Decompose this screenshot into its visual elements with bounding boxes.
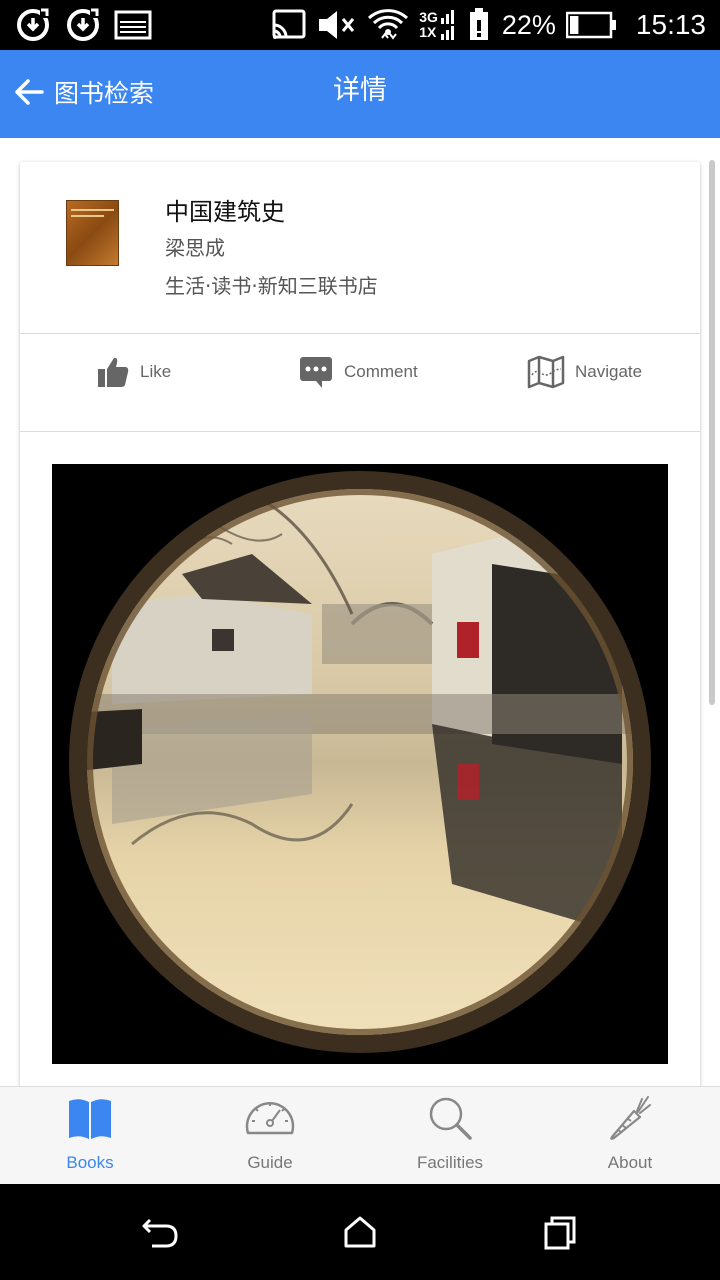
network-type-top: 3G: [419, 9, 438, 25]
status-bar: 3G 1X 22% 15:13: [0, 0, 720, 50]
system-navigation-bar: [0, 1184, 720, 1280]
search-icon: [429, 1097, 472, 1140]
sync-icon: [17, 8, 50, 41]
cellular-indicator: 3G 1X: [419, 8, 456, 42]
battery-alert-icon: [469, 8, 488, 40]
carrot-icon: [610, 1096, 651, 1140]
navigate-label: Navigate: [575, 362, 643, 381]
mute-icon: [319, 11, 355, 39]
nav-facilities-label: Facilities: [416, 1153, 484, 1172]
page-title: 详情: [333, 75, 387, 106]
sync-icon: [67, 8, 100, 41]
image-icon: [114, 10, 152, 40]
book-title: 中国建筑史: [165, 198, 285, 226]
comment-icon: [300, 357, 332, 388]
book-publisher: 生活·读书·新知三联书店: [165, 274, 378, 298]
recents-icon[interactable]: [538, 1210, 582, 1254]
home-icon[interactable]: [338, 1210, 382, 1254]
back-icon[interactable]: [138, 1210, 182, 1254]
battery-icon: [565, 11, 616, 39]
clock: 15:13: [635, 9, 706, 40]
thumbs-up-icon: [98, 357, 129, 387]
gauge-icon: [245, 1102, 295, 1135]
nav-guide[interactable]: Guide: [180, 1087, 360, 1185]
nav-books[interactable]: Books: [0, 1087, 180, 1185]
cellular-icon: [440, 10, 454, 40]
book-icon: [69, 1099, 111, 1139]
book-photo[interactable]: [52, 464, 668, 1064]
map-icon: [527, 355, 565, 389]
app-bar: 图书检索 详情: [0, 50, 720, 138]
book-author: 梁思成: [165, 236, 225, 260]
moon-gate-canal-image: [52, 464, 668, 1064]
comment-button[interactable]: Comment: [298, 354, 418, 390]
network-type-bottom: 1X: [419, 24, 437, 40]
navigate-button[interactable]: Navigate: [527, 354, 642, 390]
nav-guide-label: Guide: [247, 1153, 293, 1172]
like-button[interactable]: Like: [96, 354, 171, 390]
bottom-navigation: Books Guide Facilities About: [0, 1086, 720, 1184]
book-cover-image[interactable]: [66, 200, 119, 266]
battery-percent: 22%: [501, 9, 556, 40]
nav-facilities[interactable]: Facilities: [360, 1087, 540, 1185]
nav-about-label: About: [607, 1153, 653, 1172]
wifi-icon: [368, 9, 409, 40]
cast-icon: [272, 9, 306, 39]
comment-label: Comment: [344, 362, 418, 381]
action-bar: Like Comment Navigate: [20, 336, 700, 432]
scrollbar[interactable]: [709, 160, 715, 705]
book-header: 中国建筑史 梁思成 生活·读书·新知三联书店: [20, 162, 700, 334]
nav-about[interactable]: About: [540, 1087, 720, 1185]
nav-books-label: Books: [66, 1153, 114, 1172]
like-label: Like: [140, 362, 172, 381]
detail-content[interactable]: 中国建筑史 梁思成 生活·读书·新知三联书店 Like Comment Navi…: [0, 138, 720, 1086]
book-card: 中国建筑史 梁思成 生活·读书·新知三联书店 Like Comment Navi…: [20, 162, 700, 1086]
